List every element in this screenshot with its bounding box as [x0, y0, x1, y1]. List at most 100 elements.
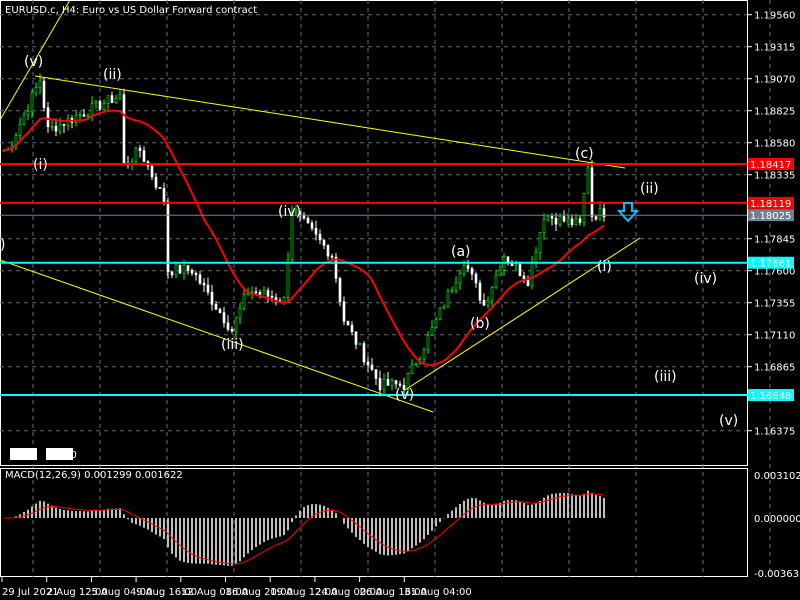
wave-label: (ii): [640, 181, 659, 197]
candle-body: [330, 255, 334, 258]
candle-body: [598, 208, 602, 220]
candle-body: [206, 284, 210, 293]
candle-body: [226, 322, 230, 330]
candle-body: [258, 292, 262, 295]
candle-body: [486, 300, 490, 306]
candle-body: [354, 331, 358, 345]
candle-body: [382, 378, 386, 391]
price-chart[interactable]: 1.19560 1.19315 1.19070 1.18825 1.18580 1.183…: [0, 0, 800, 600]
candle-body: [62, 123, 66, 126]
candle-body: [98, 100, 102, 110]
candle-body: [142, 150, 146, 162]
candle-body: [174, 264, 178, 276]
candle-body: [538, 232, 542, 253]
candle-body: [430, 327, 434, 336]
candle-body: [342, 301, 346, 322]
candle-body: [50, 125, 54, 128]
candle-body: [478, 282, 482, 301]
candle-body: [394, 380, 398, 385]
candle-body: [166, 201, 170, 273]
candle-body: [54, 125, 58, 132]
wave-label: (iii): [221, 337, 244, 353]
candle-body: [58, 123, 62, 132]
candle-body: [186, 265, 190, 271]
y-tick-label: 1.17845: [754, 235, 795, 246]
price-level-label: 1.18119: [750, 199, 791, 210]
candle-body: [234, 317, 238, 332]
candle-body: [546, 216, 550, 220]
candle-body: [138, 147, 142, 151]
macd-tick-label: 0.000000: [754, 514, 800, 525]
candle-body: [466, 265, 470, 269]
candle-body: [370, 364, 374, 370]
candle-body: [198, 274, 202, 284]
y-tick-label: 1.16375: [754, 427, 795, 438]
candle-body: [218, 308, 222, 313]
candle-body: [482, 299, 486, 306]
wave-label: (iv): [278, 204, 301, 220]
candle-body: [30, 92, 34, 112]
candle-body: [526, 279, 530, 287]
candle-body: [570, 218, 574, 225]
macd-label: MACD(12,26,9) 0.001299 0.001622: [5, 470, 183, 481]
wave-label: (a): [451, 244, 471, 260]
candle-body: [106, 95, 110, 104]
wave-label: (c): [575, 146, 594, 162]
candle-body: [314, 228, 318, 235]
candle-body: [118, 94, 122, 99]
candle-body: [254, 291, 258, 294]
wave-label: (iii): [654, 369, 677, 385]
candle-body: [378, 378, 382, 391]
candle-body: [426, 335, 430, 351]
candle-body: [450, 289, 454, 292]
chart-window[interactable]: 1.19560 1.19315 1.19070 1.18825 1.18580 1.183…: [0, 0, 800, 600]
candle-body: [574, 218, 578, 225]
wave-label: (v): [719, 413, 738, 429]
x-tick-label: 31 Aug 04:00: [404, 587, 471, 598]
candle-body: [90, 103, 94, 117]
candle-body: [386, 378, 390, 386]
candle-body: [114, 97, 118, 103]
candle-body: [558, 216, 562, 225]
candle-body: [346, 321, 350, 326]
macd-signal-line: [4, 493, 605, 565]
macd-tick-label: 0.003102: [754, 471, 800, 482]
candle-body: [362, 343, 366, 363]
candle-body: [150, 165, 154, 178]
candle-body: [22, 114, 26, 125]
candle-body: [46, 107, 50, 128]
candle-body: [210, 291, 214, 305]
wave-label: (iv): [694, 271, 717, 287]
candle-body: [554, 217, 558, 225]
price-level-label: 1.18417: [750, 160, 791, 171]
wave-label: (ii): [103, 67, 122, 83]
candle-body: [82, 114, 86, 117]
candle-body: [454, 282, 458, 291]
candle-body: [474, 273, 478, 284]
candle-body: [586, 167, 590, 194]
candle-body: [182, 265, 186, 274]
candle-body: [238, 307, 242, 319]
chart-title: EURUSD.c, H4: Euro vs US Dollar Forward …: [5, 5, 257, 16]
candle-body: [518, 263, 522, 277]
candle-body: [270, 295, 274, 298]
candle-body: [490, 287, 494, 301]
candle-body: [134, 147, 138, 162]
price-level-label: 1.16648: [750, 391, 791, 402]
candle-body: [434, 319, 438, 328]
candle-body: [42, 80, 46, 108]
candle-body: [562, 216, 566, 222]
candle-body: [78, 114, 82, 117]
candle-body: [374, 369, 378, 379]
candle-body: [190, 270, 194, 274]
y-tick-label: 1.17110: [754, 331, 795, 342]
candle-body: [494, 274, 498, 288]
y-tick-label: 1.19070: [754, 75, 795, 86]
candle-body: [154, 176, 158, 188]
wave-label: (b): [470, 316, 490, 332]
price-level-label: 1.18025: [750, 211, 791, 222]
candle-body: [94, 100, 98, 104]
candle-body: [326, 245, 330, 257]
candle-body: [202, 282, 206, 286]
candle-body: [566, 218, 570, 222]
